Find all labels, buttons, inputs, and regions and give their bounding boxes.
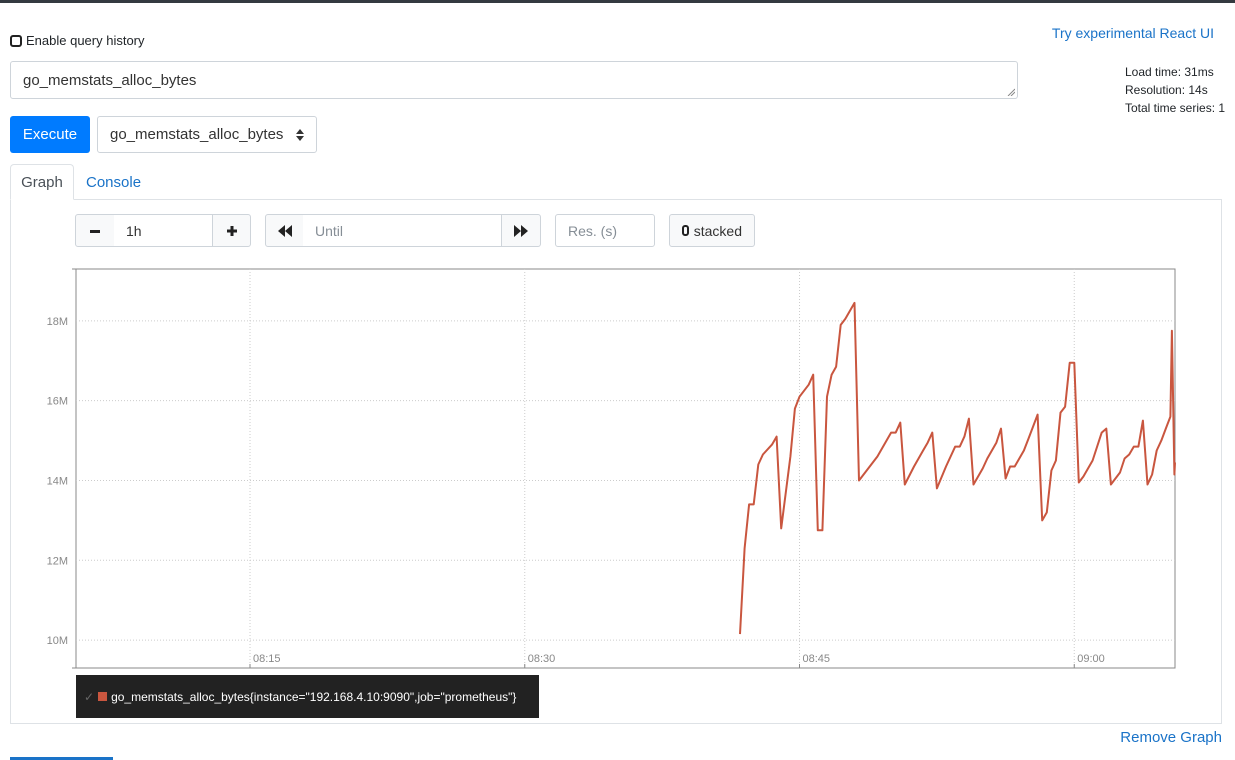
x-tick-label: 08:30 (528, 653, 556, 665)
x-tick-label: 08:15 (253, 653, 281, 665)
graph-legend[interactable]: ✓ go_memstats_alloc_bytes{instance="192.… (76, 675, 539, 718)
y-tick-label: 18M (47, 316, 68, 328)
y-tick-label: 12M (47, 555, 68, 567)
check-icon: ✓ (84, 689, 95, 704)
y-tick-label: 10M (47, 635, 68, 647)
x-tick-label: 09:00 (1077, 653, 1105, 665)
legend-series-label: go_memstats_alloc_bytes{instance="192.16… (111, 689, 517, 704)
graph-chart[interactable]: 10M 12M 14M 16M 18M 08:15 08:30 08:45 09:00 (0, 0, 1235, 760)
y-tick-label: 14M (47, 475, 68, 487)
series-color-swatch (98, 692, 108, 701)
tab-graph[interactable]: Graph (10, 164, 74, 200)
remove-graph-link[interactable]: Remove Graph (1120, 729, 1222, 746)
x-tick-label: 08:45 (803, 653, 831, 665)
y-tick-label: 16M (47, 396, 68, 408)
